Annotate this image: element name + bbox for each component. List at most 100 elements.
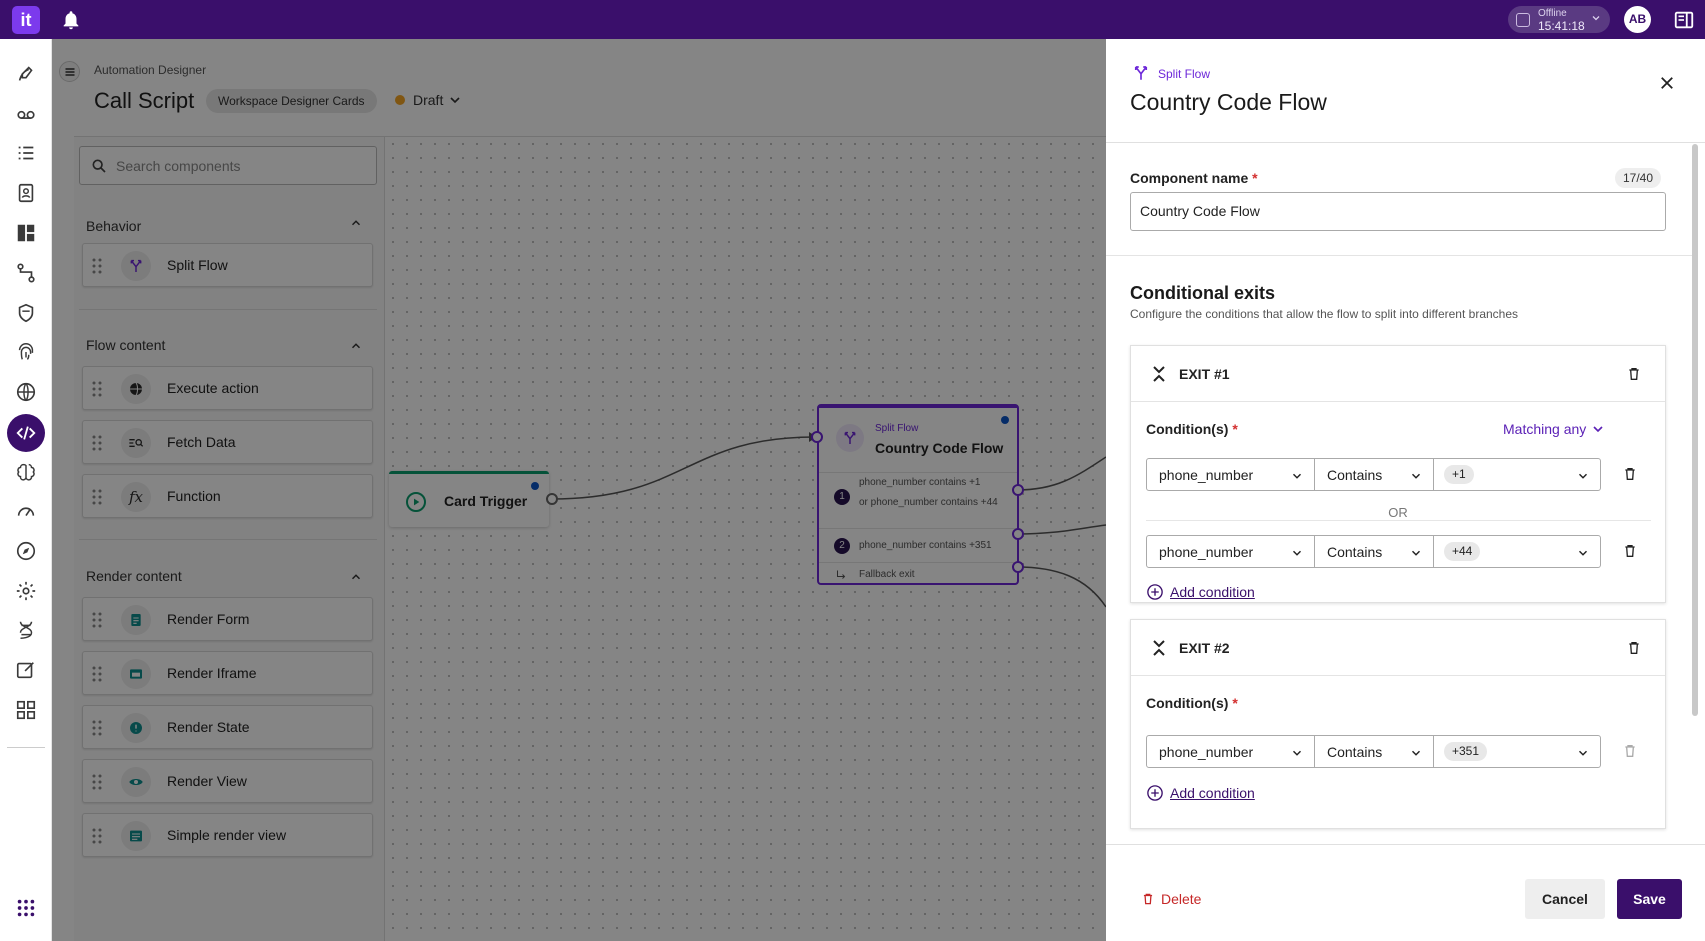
operator-select[interactable]: Contains [1314,458,1434,491]
component-name-field[interactable]: Country Code Flow [1130,192,1666,231]
brain-icon[interactable] [13,459,39,485]
field-select[interactable]: phone_number [1146,458,1315,491]
compass-icon[interactable] [13,538,39,564]
search-placeholder: Search components [116,158,241,174]
trash-icon[interactable] [1622,542,1638,560]
drag-handle-icon[interactable] [92,489,102,505]
add-condition-button[interactable]: Add condition [1146,583,1255,601]
code-icon[interactable] [7,414,45,452]
exit-card-2: EXIT #2 Condition(s) * phone_number Cont… [1130,619,1666,829]
avatar[interactable]: AB [1624,6,1651,33]
component-execute-action[interactable]: Execute action [82,366,373,410]
drag-handle-icon[interactable] [92,612,102,628]
component-render-view[interactable]: Render View [82,759,373,803]
dashboard-icon[interactable] [13,220,39,246]
operator-select[interactable]: Contains [1314,735,1434,768]
component-label: Render Iframe [167,665,257,681]
chevron-up-icon[interactable] [349,339,363,353]
component-function[interactable]: fx Function [82,474,373,518]
value-select[interactable]: +351 [1433,735,1601,768]
apps-grid-icon[interactable] [13,895,39,921]
connection-status[interactable]: Offline 15:41:18 [1508,6,1610,33]
exit-header[interactable]: EXIT #1 [1131,346,1665,402]
card-trigger-node[interactable]: Card Trigger [389,471,549,527]
left-nav-rail [0,39,52,941]
trash-icon[interactable] [1622,465,1638,483]
save-button[interactable]: Save [1617,879,1682,919]
trash-icon[interactable] [1626,365,1642,383]
gear-icon[interactable] [13,578,39,604]
drawer-scrollbar[interactable] [1692,144,1698,716]
panel-toggle-icon[interactable] [1673,9,1695,31]
chevron-down-icon [1592,16,1600,21]
trash-icon [1143,893,1153,905]
section-divider [79,309,377,310]
component-render-iframe[interactable]: Render Iframe [82,651,373,695]
exit-title: EXIT #2 [1179,640,1230,656]
dna-icon[interactable] [13,617,39,643]
matching-dropdown[interactable]: Matching any [1503,421,1606,437]
globe-icon[interactable] [13,379,39,405]
drag-handle-icon[interactable] [92,258,102,274]
output-port[interactable] [546,493,558,505]
collapse-icon[interactable] [1151,639,1167,657]
drag-handle-icon[interactable] [92,666,102,682]
delete-button[interactable]: Delete [1141,891,1201,907]
close-icon[interactable] [1658,74,1676,92]
drag-handle-icon[interactable] [92,720,102,736]
chevron-up-icon[interactable] [349,570,363,584]
component-render-form[interactable]: Render Form [82,597,373,641]
field-select[interactable]: phone_number [1146,535,1315,568]
drag-handle-icon[interactable] [92,774,102,790]
subdirectory-arrow-icon [837,570,846,579]
component-label: Split Flow [167,257,228,273]
status-time: 15:41:18 [1538,19,1585,33]
agent-icon[interactable] [13,61,39,87]
menu-toggle-button[interactable] [59,61,80,82]
collapse-icon[interactable] [1151,365,1167,383]
edit-icon[interactable] [13,657,39,683]
breadcrumb[interactable]: Automation Designer [94,63,206,77]
top-bar: it Offline 15:41:18 AB [0,0,1705,39]
fingerprint-icon[interactable] [13,339,39,365]
component-render-state[interactable]: Render State [82,705,373,749]
contacts-icon[interactable] [13,180,39,206]
status-dropdown[interactable]: Draft [395,92,463,108]
operator-select[interactable]: Contains [1314,535,1434,568]
output-port[interactable] [1012,484,1024,496]
grid-view-icon[interactable] [13,697,39,723]
component-split-flow[interactable]: Split Flow [82,243,373,287]
component-simple-render-view[interactable]: Simple render view [82,813,373,857]
app-logo[interactable]: it [12,6,40,34]
search-input[interactable]: Search components [79,146,377,185]
chevron-up-icon[interactable] [349,216,363,230]
component-fetch-data[interactable]: Fetch Data [82,420,373,464]
voicemail-icon[interactable] [13,101,39,127]
trash-icon [1625,745,1635,757]
exit-row-2[interactable]: 2 phone_number contains +351 [819,528,1017,562]
drag-handle-icon[interactable] [92,381,102,397]
add-condition-button[interactable]: Add condition [1146,784,1255,802]
list-icon[interactable] [13,140,39,166]
cancel-button[interactable]: Cancel [1525,879,1605,919]
value-select[interactable]: +1 [1433,458,1601,491]
exit-condition-text: phone_number contains +1 [859,477,981,488]
speedometer-icon[interactable] [13,498,39,524]
component-label: Function [167,488,221,504]
bell-icon[interactable] [60,9,82,31]
output-port[interactable] [1012,528,1024,540]
simple-view-icon [121,821,151,851]
value-select[interactable]: +44 [1433,535,1601,568]
output-port[interactable] [1012,561,1024,573]
shield-icon[interactable] [13,300,39,326]
fallback-row[interactable]: Fallback exit [819,562,1017,586]
trash-icon[interactable] [1626,639,1642,657]
routing-icon[interactable] [13,260,39,286]
input-port[interactable] [811,431,823,443]
field-select[interactable]: phone_number [1146,735,1315,768]
split-flow-node[interactable]: Split Flow Country Code Flow 1 phone_num… [817,404,1019,585]
exit-row-1[interactable]: 1 phone_number contains +1 or phone_numb… [819,472,1017,528]
drag-handle-icon[interactable] [92,435,102,451]
drag-handle-icon[interactable] [92,828,102,844]
exit-header[interactable]: EXIT #2 [1131,620,1665,676]
